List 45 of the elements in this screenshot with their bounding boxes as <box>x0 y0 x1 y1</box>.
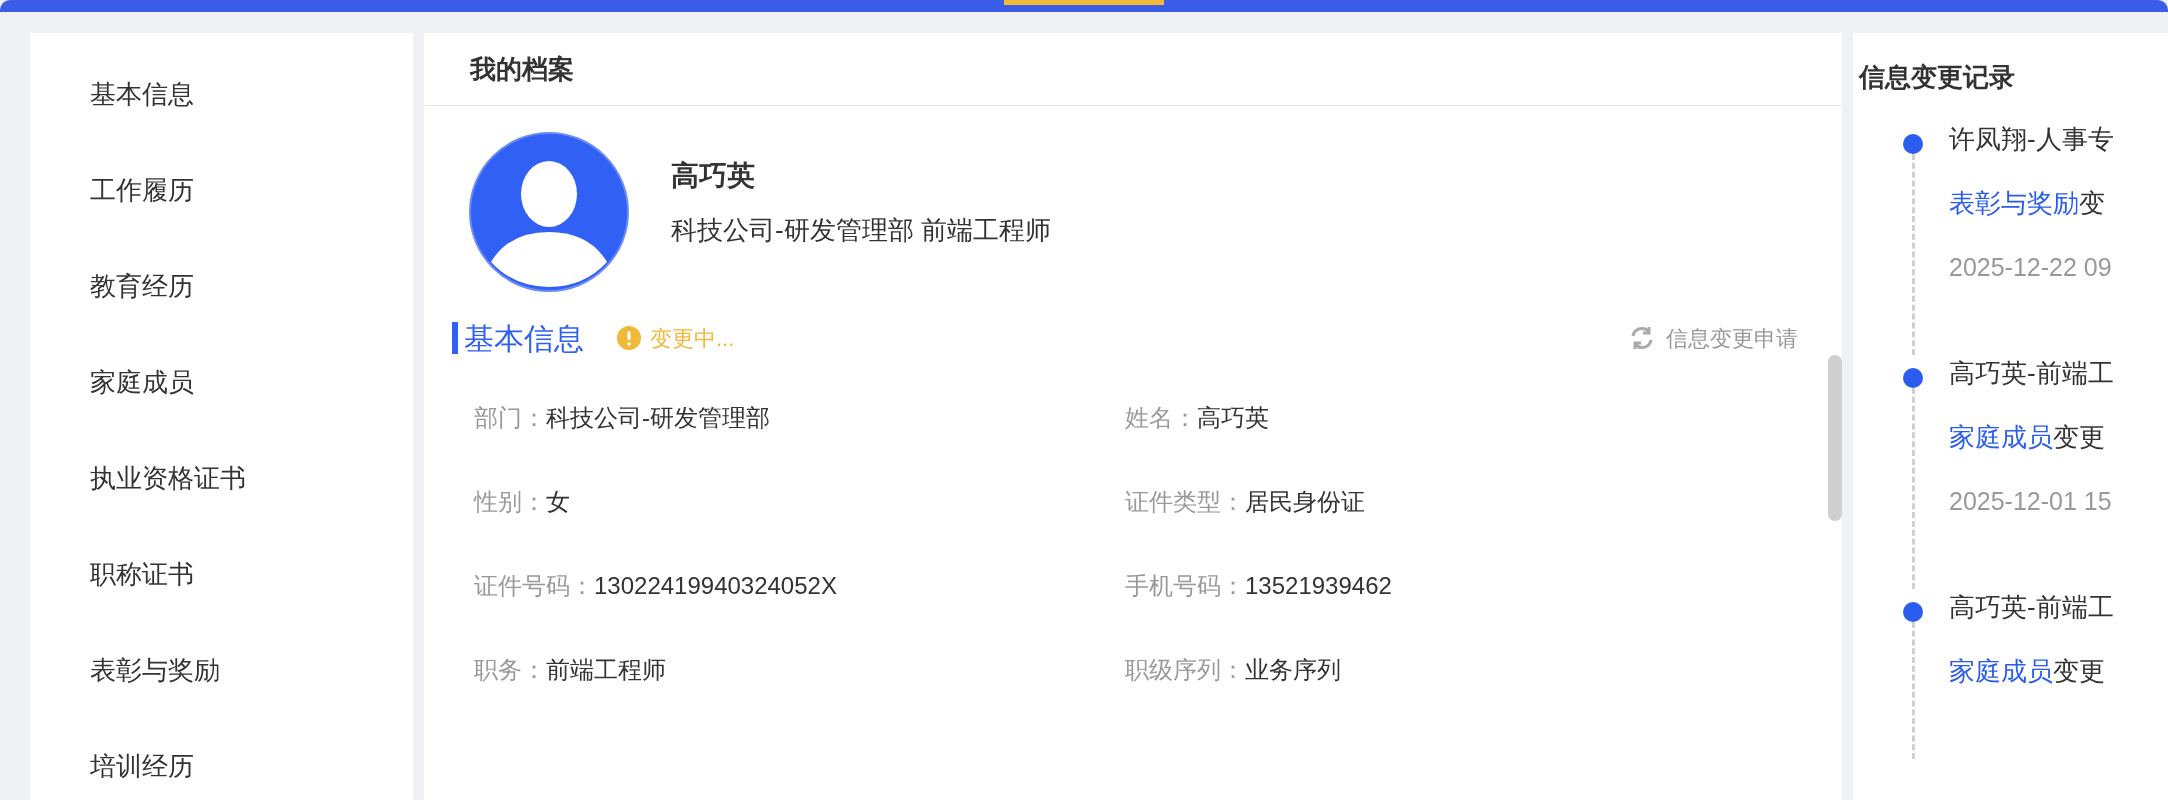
field-label: 性别： <box>474 487 546 517</box>
section-link[interactable]: 家庭成员 <box>1949 422 2053 452</box>
field-value: 居民身份证 <box>1245 487 1365 517</box>
entry-title: 许凤翔-人事专 <box>1949 123 2114 156</box>
change-description: 家庭成员变更 <box>1949 655 2106 688</box>
field-value: 13521939462 <box>1245 571 1392 601</box>
field-value: 女 <box>546 487 570 517</box>
status-text: 变更中... <box>650 324 735 353</box>
field-value: 科技公司-研发管理部 <box>546 403 770 433</box>
sidebar-item[interactable]: 工作履历 <box>90 171 194 210</box>
field-value: 13022419940324052X <box>594 571 837 601</box>
change-description: 表彰与奖励变 <box>1949 187 2106 220</box>
change-description: 家庭成员变更 <box>1949 421 2106 454</box>
field-label: 手机号码： <box>1125 571 1245 601</box>
field-value: 业务序列 <box>1245 655 1341 685</box>
section-marker <box>452 322 458 354</box>
section-title: 基本信息 <box>464 320 584 357</box>
field-value: 前端工程师 <box>546 655 666 685</box>
entry-time: 2025-12-22 09 <box>1949 252 2113 283</box>
sidebar-item[interactable]: 培训经历 <box>90 747 194 786</box>
field-label: 证件类型： <box>1125 487 1245 517</box>
sidebar-item[interactable]: 教育经历 <box>90 267 194 306</box>
field-label: 职级序列： <box>1125 655 1245 685</box>
profile-name: 高巧英 <box>671 158 756 193</box>
sidebar-item[interactable]: 表彰与奖励 <box>90 651 220 690</box>
entry-title: 高巧英-前端工 <box>1949 591 2114 624</box>
profile-subtitle: 科技公司-研发管理部 前端工程师 <box>671 213 1051 247</box>
section-link[interactable]: 表彰与奖励 <box>1949 188 2079 218</box>
warning-icon <box>616 325 642 351</box>
sidebar-item[interactable]: 执业资格证书 <box>90 459 246 498</box>
panel-title: 我的档案 <box>470 52 574 86</box>
field-label: 职务： <box>474 655 546 685</box>
field-label: 部门： <box>474 403 546 433</box>
entry-title: 高巧英-前端工 <box>1949 357 2114 390</box>
field-value: 高巧英 <box>1197 403 1269 433</box>
sidebar-item[interactable]: 家庭成员 <box>90 363 194 402</box>
field-label: 证件号码： <box>474 571 594 601</box>
section-link[interactable]: 家庭成员 <box>1949 656 2053 686</box>
scrollbar[interactable] <box>1828 355 1842 521</box>
sidebar-item[interactable]: 职称证书 <box>90 555 194 594</box>
avatar-icon <box>469 132 629 292</box>
entry-time: 2025-12-01 15 <box>1949 486 2113 517</box>
panel-title: 信息变更记录 <box>1859 60 2015 94</box>
sidebar-item[interactable]: 基本信息 <box>90 75 194 114</box>
field-label: 姓名： <box>1125 403 1197 433</box>
